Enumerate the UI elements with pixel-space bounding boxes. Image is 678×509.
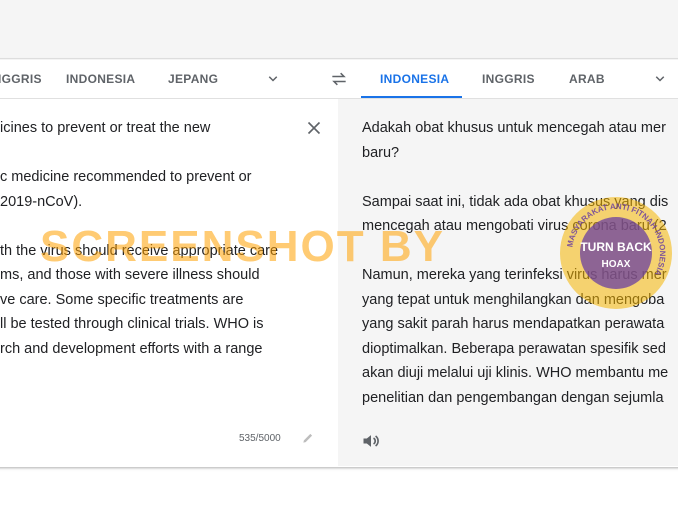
close-icon[interactable]: [303, 117, 325, 139]
target-tab-arabic[interactable]: ARAB: [569, 72, 605, 86]
source-tab-english[interactable]: IGGRIS: [0, 72, 42, 86]
character-counter: 535/5000: [239, 433, 281, 444]
pencil-icon[interactable]: [301, 431, 315, 445]
active-tab-indicator: [361, 96, 462, 98]
chevron-down-icon[interactable]: [651, 70, 669, 88]
badge-bottom-text: HOAX: [602, 259, 631, 270]
source-tab-indonesian[interactable]: INDONESIA: [66, 72, 135, 86]
source-tab-japanese[interactable]: JEPANG: [168, 72, 218, 86]
chevron-down-icon[interactable]: [264, 70, 282, 88]
speaker-icon[interactable]: [361, 431, 381, 451]
watermark-text: SCREENSHOT BY: [40, 222, 445, 271]
browser-top-area: [0, 0, 678, 59]
badge-center-text: TURN BACK: [580, 240, 652, 254]
target-tab-indonesian[interactable]: INDONESIA: [380, 72, 449, 86]
turnbackhoax-badge-icon: MASYARAKAT ANTI FITNAH INDONESIA TURN BA…: [560, 197, 672, 309]
target-tab-english[interactable]: INGGRIS: [482, 72, 535, 86]
swap-languages-icon[interactable]: [329, 70, 349, 88]
